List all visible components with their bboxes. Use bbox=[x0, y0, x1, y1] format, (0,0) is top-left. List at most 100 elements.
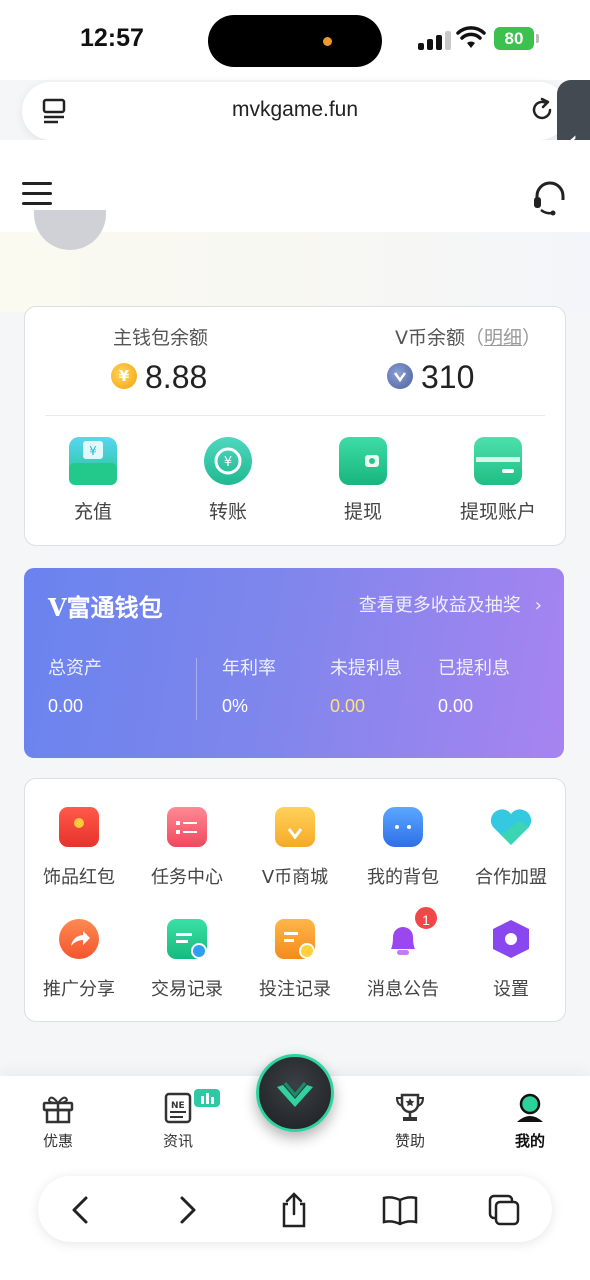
share-icon[interactable] bbox=[274, 1190, 314, 1230]
heart-icon bbox=[490, 809, 532, 845]
url-text[interactable]: mvkgame.fun bbox=[22, 98, 568, 122]
chevron-right-icon: › bbox=[534, 595, 542, 616]
gold-coin-icon: ¥ bbox=[111, 363, 137, 389]
divider bbox=[196, 658, 197, 720]
trophy-icon bbox=[395, 1093, 425, 1121]
total-assets-value: 0.00 bbox=[48, 696, 84, 716]
status-bar: 12:57 80 bbox=[0, 0, 590, 80]
grid-item-backpack[interactable]: 我的背包 bbox=[349, 807, 457, 889]
grid-item-announcements[interactable]: 1 消息公告 bbox=[349, 905, 457, 1001]
dynamic-island bbox=[208, 15, 382, 67]
toolbar-pill bbox=[38, 1176, 552, 1242]
home-center-button[interactable] bbox=[256, 1054, 334, 1132]
vfu-title: V富通钱包 bbox=[48, 593, 163, 622]
nav-item-sponsor[interactable]: 赞助 bbox=[370, 1092, 450, 1151]
unwithdrawn-interest-label: 未提利息 bbox=[330, 658, 402, 679]
grid-label: 合作加盟 bbox=[475, 867, 547, 888]
withdraw-icon bbox=[339, 437, 387, 485]
feature-grid: 饰品红包 任务中心 V币商城 我的背包 合作加盟 推广分享 交易记录 投注记录 … bbox=[24, 778, 566, 1022]
grid-item-task-center[interactable]: 任务中心 bbox=[133, 807, 241, 889]
shop-icon bbox=[275, 807, 315, 847]
grid-label: 饰品红包 bbox=[43, 867, 115, 888]
task-list-icon bbox=[167, 807, 207, 847]
grid-item-bet-records[interactable]: 投注记录 bbox=[241, 919, 349, 1001]
vfu-more-text: 查看更多收益及抽奖 bbox=[358, 595, 521, 616]
grid-item-settings[interactable]: 设置 bbox=[457, 919, 565, 1001]
forward-icon[interactable] bbox=[166, 1190, 206, 1230]
divider bbox=[45, 415, 545, 416]
unwithdrawn-interest-value: 0.00 bbox=[330, 696, 366, 716]
grid-item-partnership[interactable]: 合作加盟 bbox=[457, 807, 565, 889]
vfu-wallet-card[interactable]: V富通钱包 查看更多收益及抽奖 › 总资产 0.00 年利率 0% 未提利息 0.… bbox=[24, 568, 564, 758]
wallet-card: 主钱包余额 ¥ 8.88 V币余额（明细） 310 ¥ 充值 ¥ 转账 提现 提… bbox=[24, 306, 566, 546]
withdrawn-interest-value: 0.00 bbox=[438, 696, 474, 716]
tabs-icon[interactable] bbox=[484, 1190, 524, 1230]
gift-icon bbox=[42, 1096, 74, 1124]
grid-item-transactions[interactable]: 交易记录 bbox=[133, 919, 241, 1001]
wifi-icon bbox=[456, 26, 486, 48]
main-wallet-label: 主钱包余额 bbox=[113, 327, 209, 349]
game-logo-icon bbox=[277, 1082, 313, 1107]
red-packet-icon bbox=[59, 807, 99, 847]
reload-icon[interactable] bbox=[528, 96, 556, 124]
menu-icon[interactable] bbox=[22, 182, 52, 206]
annual-rate-value: 0% bbox=[222, 696, 249, 716]
battery-indicator: 80 bbox=[494, 27, 539, 50]
grid-item-referral[interactable]: 推广分享 bbox=[25, 919, 133, 1001]
vcoin-detail-open: （ bbox=[465, 327, 485, 349]
browser-url-bar[interactable]: mvkgame.fun bbox=[22, 82, 568, 140]
nav-label: 我的 bbox=[514, 1132, 545, 1150]
bookmarks-icon[interactable] bbox=[380, 1190, 420, 1230]
svg-text:¥: ¥ bbox=[89, 444, 97, 458]
grid-label: V币商城 bbox=[261, 867, 329, 888]
bell-icon: 1 bbox=[383, 905, 439, 959]
nav-label: 资讯 bbox=[162, 1132, 193, 1150]
recharge-button[interactable]: ¥ 充值 bbox=[28, 437, 158, 524]
news-badge-icon bbox=[194, 1089, 220, 1107]
vcoin-detail-close: ） bbox=[522, 327, 542, 349]
vcoin-detail-link[interactable]: 明细 bbox=[484, 327, 522, 349]
headset-icon[interactable] bbox=[532, 180, 568, 216]
vcoin-icon bbox=[387, 363, 413, 389]
main-wallet-balance: 8.88 bbox=[145, 359, 208, 395]
back-icon[interactable] bbox=[62, 1190, 102, 1230]
svg-text:¥: ¥ bbox=[224, 455, 232, 470]
vcoin-label-text: V币余额 bbox=[395, 327, 465, 349]
grid-label: 推广分享 bbox=[43, 979, 115, 1000]
recharge-label: 充值 bbox=[73, 501, 112, 523]
withdraw-button[interactable]: 提现 bbox=[298, 437, 428, 524]
grid-label: 交易记录 bbox=[151, 979, 223, 1000]
grid-label: 投注记录 bbox=[259, 979, 331, 1000]
transfer-icon: ¥ bbox=[204, 437, 252, 485]
annual-rate-label: 年利率 bbox=[222, 658, 276, 679]
bet-record-icon bbox=[275, 919, 315, 959]
vcoin-label: V币余额（明细） bbox=[395, 323, 541, 350]
transaction-record-icon bbox=[167, 919, 207, 959]
backpack-icon bbox=[383, 807, 423, 847]
withdraw-label: 提现 bbox=[343, 501, 382, 523]
withdraw-account-button[interactable]: 提现账户 bbox=[433, 437, 563, 524]
withdrawn-interest-label: 已提利息 bbox=[438, 658, 510, 679]
signal-icon bbox=[418, 30, 452, 50]
share-icon bbox=[59, 919, 99, 959]
vcoin-balance: 310 bbox=[421, 359, 475, 395]
transfer-label: 转账 bbox=[208, 501, 247, 523]
vfu-more-link[interactable]: 查看更多收益及抽奖 › bbox=[359, 591, 542, 617]
grid-label: 设置 bbox=[493, 979, 529, 1000]
nav-item-promotions[interactable]: 优惠 bbox=[18, 1092, 98, 1151]
total-assets-label: 总资产 bbox=[48, 658, 102, 679]
status-time: 12:57 bbox=[80, 24, 144, 52]
transfer-button[interactable]: ¥ 转账 bbox=[163, 437, 293, 524]
grid-item-red-packet[interactable]: 饰品红包 bbox=[25, 807, 133, 889]
settings-icon bbox=[493, 920, 529, 958]
nav-label: 优惠 bbox=[42, 1132, 73, 1150]
recharge-icon: ¥ bbox=[69, 437, 117, 485]
bank-card-icon bbox=[474, 437, 522, 485]
nav-item-me[interactable]: 我的 bbox=[490, 1092, 570, 1151]
nav-label: 赞助 bbox=[394, 1132, 425, 1150]
withdraw-account-label: 提现账户 bbox=[459, 501, 536, 523]
news-icon: NE bbox=[164, 1092, 192, 1124]
grid-label: 任务中心 bbox=[151, 867, 223, 888]
notification-badge: 1 bbox=[413, 905, 439, 931]
grid-item-vcoin-mall[interactable]: V币商城 bbox=[241, 807, 349, 889]
